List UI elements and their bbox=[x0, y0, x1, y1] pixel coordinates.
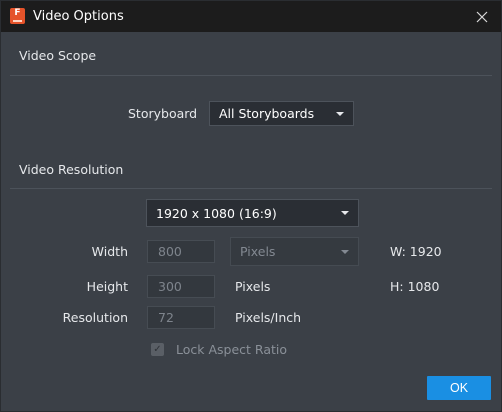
height-field-value: 300 bbox=[158, 279, 182, 294]
storyboard-label: Storyboard bbox=[128, 106, 198, 121]
width-readout: W: 1920 bbox=[390, 244, 442, 259]
chevron-down-icon bbox=[341, 211, 349, 215]
divider bbox=[10, 75, 492, 76]
lock-aspect-ratio-label: Lock Aspect Ratio bbox=[176, 342, 288, 357]
resolution-preset-value: 1920 x 1080 (16:9) bbox=[156, 205, 277, 221]
unit-select[interactable]: Pixels bbox=[230, 237, 359, 266]
storyboard-select-value: All Storyboards bbox=[219, 106, 315, 121]
resolution-field[interactable]: 72 bbox=[147, 306, 215, 329]
width-label: Width bbox=[91, 244, 128, 259]
resolution-preset-select[interactable]: 1920 x 1080 (16:9) bbox=[146, 199, 359, 227]
height-label: Height bbox=[86, 279, 128, 294]
height-unit-label: Pixels bbox=[235, 279, 271, 294]
width-field[interactable]: 800 bbox=[147, 240, 215, 263]
chevron-down-icon bbox=[336, 111, 344, 116]
video-resolution-heading: Video Resolution bbox=[19, 162, 124, 177]
video-scope-heading: Video Scope bbox=[19, 48, 97, 63]
checkmark-icon: ✓ bbox=[153, 344, 162, 355]
height-readout: H: 1080 bbox=[390, 279, 440, 294]
video-options-dialog: F Video Options Video Scope Storyboard A… bbox=[0, 0, 502, 412]
app-logo-icon: F bbox=[10, 8, 25, 24]
storyboard-select[interactable]: All Storyboards bbox=[209, 101, 354, 126]
width-field-value: 800 bbox=[158, 244, 182, 259]
lock-aspect-ratio-checkbox[interactable]: ✓ bbox=[151, 343, 164, 356]
resolution-field-value: 72 bbox=[158, 310, 174, 325]
divider bbox=[10, 188, 492, 189]
resolution-label: Resolution bbox=[62, 310, 128, 325]
window-title: Video Options bbox=[33, 9, 124, 24]
close-icon bbox=[476, 11, 488, 23]
close-button[interactable] bbox=[469, 5, 495, 29]
chevron-down-icon bbox=[341, 249, 349, 254]
title-bar: F Video Options bbox=[1, 1, 501, 32]
height-field[interactable]: 300 bbox=[147, 275, 215, 298]
unit-select-value: Pixels bbox=[240, 244, 276, 259]
resolution-unit-label: Pixels/Inch bbox=[235, 310, 302, 325]
ok-button[interactable]: OK bbox=[427, 376, 491, 400]
app-logo-letter: F bbox=[14, 8, 21, 18]
